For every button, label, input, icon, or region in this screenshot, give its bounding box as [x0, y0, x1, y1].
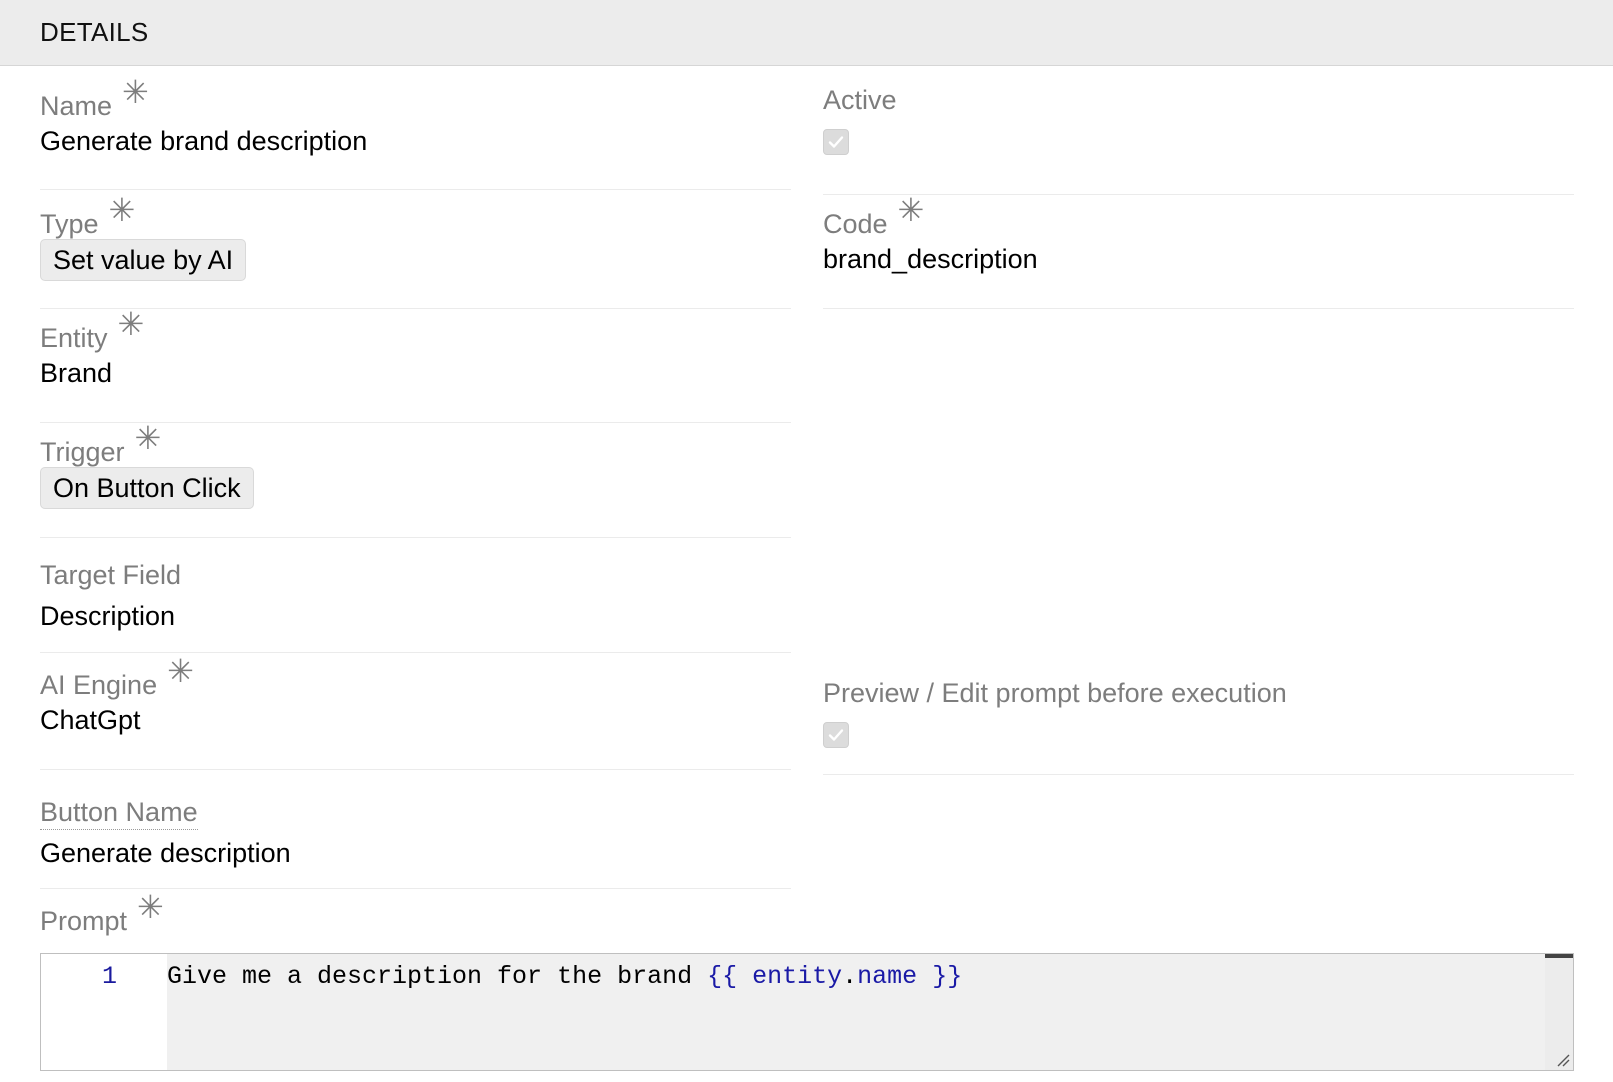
- preview-edit-field: Preview / Edit prompt before execution: [823, 678, 1574, 775]
- editor-code-area[interactable]: Give me a description for the brand {{ e…: [167, 954, 1573, 1070]
- target-field-value[interactable]: Description: [40, 601, 175, 632]
- trigger-label: Trigger ✳: [40, 420, 162, 467]
- ai-engine-label: AI Engine ✳: [40, 653, 194, 700]
- preview-edit-checkbox[interactable]: [823, 722, 849, 748]
- checkmark-icon: [828, 136, 844, 148]
- resize-handle-icon[interactable]: [1555, 1052, 1571, 1068]
- field-divider: [40, 537, 791, 538]
- entity-value[interactable]: Brand: [40, 358, 112, 389]
- name-field: Name ✳ Generate brand description: [40, 74, 791, 190]
- required-asterisk-icon: ✳: [137, 889, 164, 925]
- field-divider: [823, 774, 1574, 775]
- button-name-field: Button Name Generate description: [40, 797, 791, 889]
- field-divider: [823, 194, 1574, 195]
- entity-label: Entity ✳: [40, 306, 145, 353]
- type-value-tag[interactable]: Set value by AI: [40, 239, 247, 281]
- section-title: DETAILS: [40, 17, 149, 47]
- scrollbar-thumb[interactable]: [1545, 954, 1573, 958]
- prompt-field: Prompt ✳: [40, 889, 791, 948]
- field-divider: [823, 308, 1574, 309]
- ai-engine-field: AI Engine ✳ ChatGpt: [40, 653, 791, 770]
- code-label: Code ✳: [823, 192, 925, 239]
- name-value[interactable]: Generate brand description: [40, 126, 367, 157]
- active-field: Active: [823, 85, 1574, 195]
- editor-gutter: 1: [41, 954, 167, 1070]
- required-asterisk-icon: ✳: [122, 74, 149, 110]
- button-name-label: Button Name: [40, 797, 198, 830]
- required-asterisk-icon: ✳: [108, 192, 136, 228]
- checkmark-icon: [828, 729, 844, 741]
- field-divider: [40, 189, 791, 190]
- trigger-value-tag[interactable]: On Button Click: [40, 467, 254, 509]
- code-value[interactable]: brand_description: [823, 244, 1038, 275]
- entity-field: Entity ✳ Brand: [40, 306, 791, 423]
- required-asterisk-icon: ✳: [134, 420, 162, 456]
- field-divider: [40, 308, 791, 309]
- field-divider: [40, 769, 791, 770]
- prompt-label: Prompt ✳: [40, 889, 164, 936]
- target-field-label: Target Field: [40, 560, 182, 590]
- line-number: 1: [101, 962, 117, 991]
- ai-engine-value[interactable]: ChatGpt: [40, 705, 141, 736]
- code-line[interactable]: Give me a description for the brand {{ e…: [167, 962, 962, 991]
- active-label: Active: [823, 85, 897, 115]
- target-field-field: Target Field Description: [40, 560, 791, 653]
- code-field: Code ✳ brand_description: [823, 192, 1574, 309]
- required-asterisk-icon: ✳: [167, 653, 194, 689]
- preview-edit-label: Preview / Edit prompt before execution: [823, 678, 1287, 708]
- trigger-field: Trigger ✳ On Button Click: [40, 420, 791, 538]
- type-field: Type ✳ Set value by AI: [40, 192, 791, 309]
- required-asterisk-icon: ✳: [897, 192, 925, 228]
- active-checkbox[interactable]: [823, 129, 849, 155]
- field-divider: [40, 652, 791, 653]
- details-header: DETAILS: [0, 0, 1613, 66]
- required-asterisk-icon: ✳: [117, 306, 145, 342]
- type-label: Type ✳: [40, 192, 136, 239]
- name-label: Name ✳: [40, 74, 149, 121]
- prompt-code-editor[interactable]: 1 Give me a description for the brand {{…: [40, 953, 1574, 1071]
- button-name-value[interactable]: Generate description: [40, 838, 291, 869]
